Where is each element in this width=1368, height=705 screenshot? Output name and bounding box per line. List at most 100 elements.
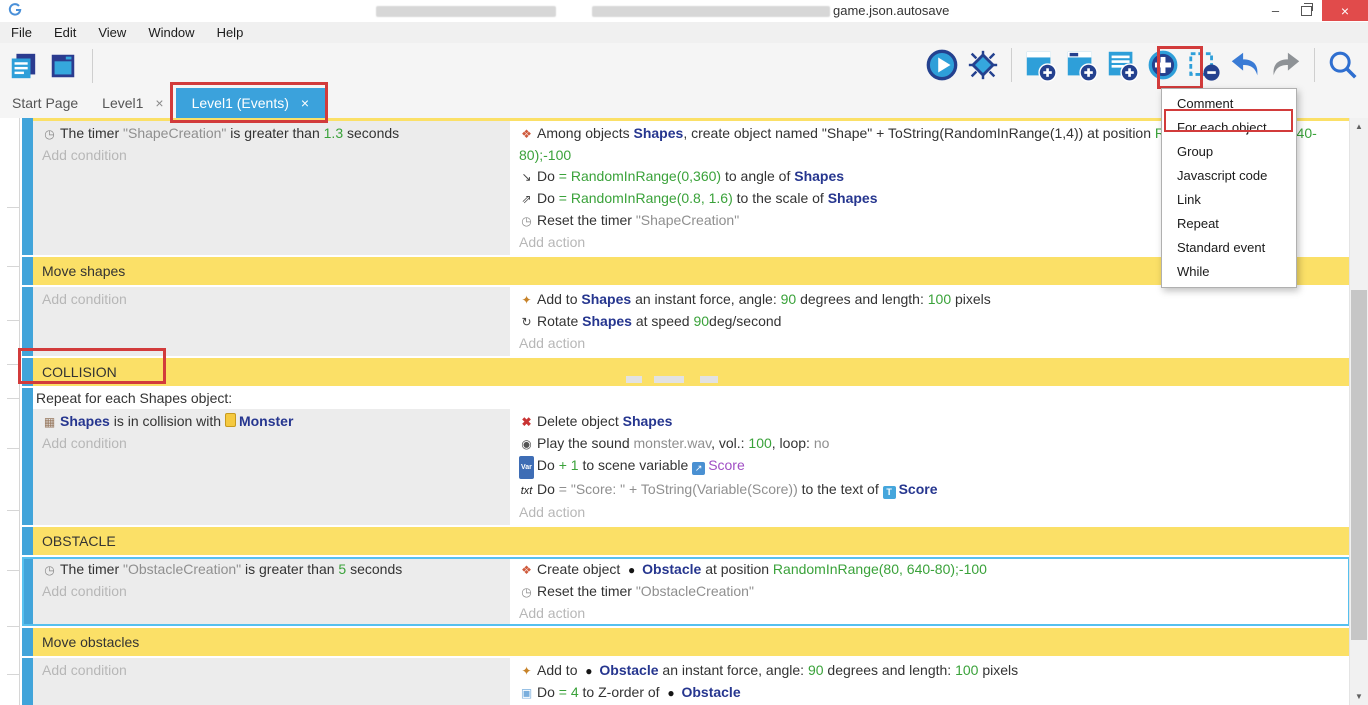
conditions-column: Add condition: [33, 658, 510, 705]
create-icon: ❖: [519, 560, 534, 581]
action-row[interactable]: ✦Add to ●Obstacle an instant force, angl…: [519, 660, 1342, 682]
maximize-button[interactable]: [1291, 0, 1322, 21]
event-text: 100: [955, 662, 978, 678]
obstacle-icon: ●: [581, 661, 596, 682]
add-condition-button[interactable]: Add condition: [42, 289, 510, 310]
event-selection-bar[interactable]: [22, 287, 33, 356]
menu-window[interactable]: Window: [137, 22, 205, 43]
menu-item-group[interactable]: Group: [1162, 140, 1296, 164]
vertical-scrollbar[interactable]: ▲ ▼: [1349, 118, 1368, 705]
tab-close-icon[interactable]: ×: [155, 95, 163, 111]
event-text: "ShapeCreation": [123, 125, 226, 141]
tab-level1-events[interactable]: Level1 (Events)×: [176, 88, 325, 118]
add-action-button[interactable]: Add action: [519, 502, 1342, 523]
timer-icon: ◷: [42, 560, 57, 581]
minimize-button[interactable]: –: [1260, 0, 1291, 21]
menu-item-repeat[interactable]: Repeat: [1162, 212, 1296, 236]
action-row[interactable]: txtDo = "Score: " + ToString(Variable(Sc…: [519, 479, 1342, 502]
add-condition-button[interactable]: Add condition: [42, 581, 510, 602]
create-icon: ❖: [519, 124, 534, 145]
event-text: pixels: [951, 291, 991, 307]
comment-row[interactable]: OBSTACLE: [33, 527, 1350, 555]
event-text: = RandomInRange(0,360): [559, 168, 721, 184]
add-sub-event-button[interactable]: [1064, 48, 1098, 82]
action-row[interactable]: ✖Delete object Shapes: [519, 411, 1342, 433]
tree-tick: [7, 207, 19, 208]
sound-icon: ◉: [519, 434, 534, 455]
condition-row[interactable]: ▦Shapes is in collision with Monster: [42, 411, 510, 433]
comment-block: Move obstacles: [22, 628, 1350, 656]
tab-start-page[interactable]: Start Page: [0, 88, 90, 118]
comment-row[interactable]: COLLISION: [33, 358, 1350, 386]
event-text: = "Score: " + ToString(Variable(Score)): [559, 481, 798, 497]
add-action-button[interactable]: Add action: [519, 603, 1342, 624]
action-row[interactable]: ▣Do = 4 to Z-order of ●Obstacle: [519, 682, 1342, 704]
close-button[interactable]: ×: [1322, 0, 1368, 21]
action-row[interactable]: ✦Add to Shapes an instant force, angle: …: [519, 289, 1342, 311]
condition-row[interactable]: ◷The timer "ObstacleCreation" is greater…: [42, 559, 510, 581]
condition-row[interactable]: ◷The timer "ShapeCreation" is greater th…: [42, 123, 510, 145]
scene-editor-button[interactable]: [48, 51, 78, 81]
for-each-content: Repeat for each Shapes object:▦Shapes is…: [33, 388, 1350, 525]
tab-close-icon[interactable]: ×: [301, 95, 309, 111]
event-text: seconds: [346, 561, 402, 577]
menu-edit[interactable]: Edit: [43, 22, 87, 43]
menu-item-comment[interactable]: Comment: [1162, 92, 1296, 116]
add-comment-button[interactable]: [1105, 48, 1139, 82]
event-selection-bar[interactable]: [22, 628, 33, 656]
search-button[interactable]: [1326, 48, 1360, 82]
play-button[interactable]: [925, 48, 959, 82]
event-text: Shapes: [828, 190, 878, 206]
add-condition-button[interactable]: Add condition: [42, 145, 510, 166]
action-row[interactable]: ↻Rotate Shapes at speed 90deg/second: [519, 311, 1342, 333]
scrollbar-up-icon[interactable]: ▲: [1350, 119, 1368, 134]
add-condition-button[interactable]: Add condition: [42, 660, 510, 681]
event-selection-bar[interactable]: [22, 388, 33, 525]
redo-button[interactable]: [1269, 48, 1303, 82]
undo-button[interactable]: [1228, 48, 1262, 82]
menu-item-link[interactable]: Link: [1162, 188, 1296, 212]
action-row[interactable]: ◉Play the sound monster.wav, vol.: 100, …: [519, 433, 1342, 455]
event-selection-bar[interactable]: [22, 121, 33, 255]
event-selection-bar[interactable]: [22, 658, 33, 705]
event-selection-bar[interactable]: [22, 557, 33, 626]
add-other-event-button[interactable]: [1146, 48, 1180, 82]
event-text: degrees and length:: [796, 291, 928, 307]
event-text: Reset the timer: [537, 583, 636, 599]
rotate-icon: ↻: [519, 312, 534, 333]
comment-row[interactable]: Move obstacles: [33, 628, 1350, 656]
conditions-column: ◷The timer "ShapeCreation" is greater th…: [33, 121, 510, 255]
force-icon: ✦: [519, 661, 534, 682]
event-text: Do: [537, 168, 559, 184]
menu-view[interactable]: View: [87, 22, 137, 43]
conditions-column: ▦Shapes is in collision with MonsterAdd …: [33, 409, 510, 525]
force-icon: ✦: [519, 290, 534, 311]
txt-icon: txt: [519, 481, 534, 502]
comment-row[interactable]: Move shapes: [33, 257, 1350, 285]
scrollbar-thumb[interactable]: [1351, 290, 1367, 640]
event-text: 90: [781, 291, 797, 307]
tab-level1[interactable]: Level1×: [90, 88, 175, 118]
action-row[interactable]: ❖Create object ●Obstacle at position Ran…: [519, 559, 1342, 581]
event-text: at speed: [632, 313, 694, 329]
event-selection-bar[interactable]: [22, 527, 33, 555]
add-condition-button[interactable]: Add condition: [42, 433, 510, 454]
menu-item-while[interactable]: While: [1162, 260, 1296, 284]
debug-button[interactable]: [966, 48, 1000, 82]
action-row[interactable]: ◷Reset the timer "ObstacleCreation": [519, 581, 1342, 603]
event-selection-bar[interactable]: [22, 358, 33, 386]
event-selection-bar[interactable]: [22, 257, 33, 285]
menu-item-for-each-object[interactable]: For each object: [1162, 116, 1296, 140]
add-action-button[interactable]: Add action: [519, 333, 1342, 354]
menu-help[interactable]: Help: [206, 22, 255, 43]
menu-item-javascript-code[interactable]: Javascript code: [1162, 164, 1296, 188]
action-row[interactable]: VarDo + 1 to scene variable ↗Score: [519, 455, 1342, 479]
event-text: Do: [537, 190, 559, 206]
for-each-header[interactable]: Repeat for each Shapes object:: [33, 388, 1350, 409]
add-event-button[interactable]: [1023, 48, 1057, 82]
menu-file[interactable]: File: [0, 22, 43, 43]
project-manager-button[interactable]: [8, 51, 38, 81]
menu-item-standard-event[interactable]: Standard event: [1162, 236, 1296, 260]
remove-event-button[interactable]: [1187, 48, 1221, 82]
scrollbar-down-icon[interactable]: ▼: [1350, 689, 1368, 704]
